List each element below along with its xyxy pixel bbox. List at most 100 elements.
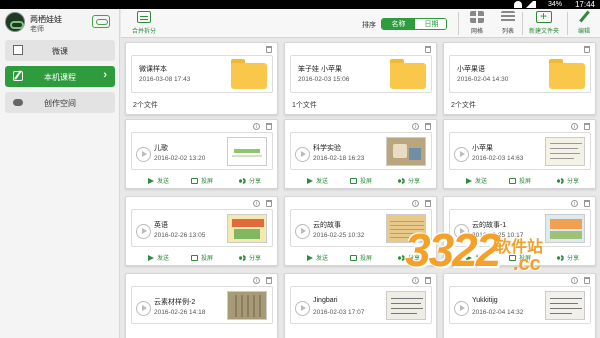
trash-icon[interactable] [266, 46, 272, 53]
course-card[interactable]: i 小苹果 2016-02-03 14:63 发送 投屏 分享 [443, 119, 596, 189]
play-icon[interactable] [454, 147, 469, 162]
play-icon[interactable] [295, 224, 310, 239]
trash-icon[interactable] [266, 277, 272, 284]
project-button[interactable]: 投屏 [350, 176, 372, 185]
send-button[interactable]: 发送 [307, 253, 328, 262]
course-date: 2016-02-26 14:18 [154, 309, 206, 316]
folder-date: 2016-02-03 15:06 [298, 76, 350, 83]
sort-by-name-button[interactable]: 名称 [382, 19, 415, 29]
merge-split-button[interactable]: 合并拆分 [129, 11, 159, 35]
new-folder-label: 新建文件夹 [528, 29, 559, 35]
course-name: Yukkitijg [472, 297, 498, 304]
folder-card[interactable]: 微课样本 2016-03-08 17:43 2个文件 [125, 42, 278, 115]
folder-card[interactable]: 小苹果语 2016-02-04 14:30 2个文件 [443, 42, 596, 115]
share-button[interactable]: 分享 [239, 176, 261, 185]
course-card[interactable]: i 儿歌 2016-02-02 13:20 发送 投屏 分享 [125, 119, 278, 189]
play-icon[interactable] [136, 147, 151, 162]
course-thumbnail [545, 137, 585, 166]
folder-name: 小苹果语 [457, 66, 485, 73]
trash-icon[interactable] [584, 123, 590, 130]
course-card[interactable]: i 云的故事 2016-02-25 10:32 发送 投屏 分享 [284, 196, 437, 266]
info-icon[interactable]: i [412, 277, 419, 284]
share-button[interactable]: 分享 [398, 253, 420, 262]
course-name: 儿歌 [154, 145, 168, 152]
share-icon [239, 178, 246, 185]
edit-button[interactable]: 编辑 [573, 11, 595, 35]
course-preview: 英语 2016-02-26 13:05 [131, 209, 273, 247]
project-button[interactable]: 投屏 [509, 253, 531, 262]
avatar[interactable] [5, 12, 25, 32]
info-icon[interactable]: i [253, 277, 260, 284]
new-folder-button[interactable]: 新建文件夹 [526, 9, 562, 35]
course-date: 2016-02-18 16:23 [313, 155, 365, 162]
course-card[interactable]: i 云的故事-1 2016-02-25 10:17 发送 投屏 分享 [443, 196, 596, 266]
screen-cast-icon [350, 178, 357, 185]
course-card[interactable]: i 科学实验 2016-02-18 16:23 发送 投屏 分享 [284, 119, 437, 189]
trash-icon[interactable] [425, 277, 431, 284]
list-view-button[interactable]: 列表 [496, 11, 520, 35]
play-icon[interactable] [295, 301, 310, 316]
course-thumbnail [227, 214, 267, 243]
info-icon[interactable]: i [571, 200, 578, 207]
course-actions: 发送 投屏 分享 [444, 249, 595, 265]
share-button[interactable]: 分享 [398, 176, 420, 185]
send-button[interactable]: 发送 [307, 176, 328, 185]
course-card[interactable]: i Yukkitijg 2016-02-04 14:32 [443, 273, 596, 338]
course-card[interactable]: i Jingbari 2016-02-03 17:07 [284, 273, 437, 338]
play-icon[interactable] [295, 147, 310, 162]
course-thumbnail [386, 137, 426, 166]
info-icon[interactable]: i [412, 200, 419, 207]
share-button[interactable]: 分享 [239, 253, 261, 262]
sidebar-item-local-courses[interactable]: 本机课程 › [5, 66, 115, 87]
course-preview: Yukkitijg 2016-02-04 14:32 [449, 286, 591, 324]
send-button[interactable]: 发送 [148, 176, 169, 185]
trash-icon[interactable] [584, 46, 590, 53]
trash-icon[interactable] [425, 200, 431, 207]
course-name: 云的故事 [313, 222, 341, 229]
folder-card[interactable]: 笨子娃 小苹果 2016-02-03 15:06 1个文件 [284, 42, 437, 115]
course-card[interactable]: i 英语 2016-02-26 13:05 发送 投屏 分享 [125, 196, 278, 266]
sidebar-item-microcourse[interactable]: 微课 [5, 40, 115, 61]
info-icon[interactable]: i [571, 277, 578, 284]
screen-cast-icon [191, 255, 198, 262]
send-icon [148, 178, 154, 185]
play-icon[interactable] [454, 224, 469, 239]
send-button[interactable]: 发送 [466, 253, 487, 262]
trash-icon[interactable] [425, 46, 431, 53]
sidebar-item-creation-space[interactable]: 创作空间 [5, 92, 115, 113]
project-button[interactable]: 投屏 [509, 176, 531, 185]
play-icon[interactable] [136, 224, 151, 239]
sort-toggle: 名称 日期 [381, 18, 447, 30]
trash-icon[interactable] [266, 123, 272, 130]
info-icon[interactable]: i [253, 123, 260, 130]
info-icon[interactable]: i [253, 200, 260, 207]
grid-icon [470, 11, 484, 23]
course-name: 科学实验 [313, 145, 341, 152]
project-button[interactable]: 投屏 [350, 253, 372, 262]
folder-name: 微课样本 [139, 66, 167, 73]
share-icon [557, 178, 564, 185]
switch-account-icon[interactable] [92, 15, 110, 28]
project-button[interactable]: 投屏 [191, 253, 213, 262]
share-button[interactable]: 分享 [557, 253, 579, 262]
trash-icon[interactable] [266, 200, 272, 207]
send-button[interactable]: 发送 [466, 176, 487, 185]
merge-icon [137, 11, 151, 23]
info-icon[interactable]: i [571, 123, 578, 130]
sort-by-date-button[interactable]: 日期 [415, 19, 446, 29]
play-icon[interactable] [454, 301, 469, 316]
grid-view-button[interactable]: 网格 [465, 11, 489, 35]
trash-icon[interactable] [425, 123, 431, 130]
project-button[interactable]: 投屏 [191, 176, 213, 185]
trash-icon[interactable] [584, 200, 590, 207]
send-button[interactable]: 发送 [148, 253, 169, 262]
trash-icon[interactable] [584, 277, 590, 284]
course-actions: 发送 投屏 分享 [126, 172, 277, 188]
course-card[interactable]: i 云素材样例-2 2016-02-26 14:18 [125, 273, 278, 338]
play-icon[interactable] [136, 301, 151, 316]
course-date: 2016-02-03 14:63 [472, 155, 524, 162]
share-button[interactable]: 分享 [557, 176, 579, 185]
user-profile[interactable]: 两栖娃娃 老师 [0, 9, 119, 35]
screen-cast-icon [191, 178, 198, 185]
info-icon[interactable]: i [412, 123, 419, 130]
